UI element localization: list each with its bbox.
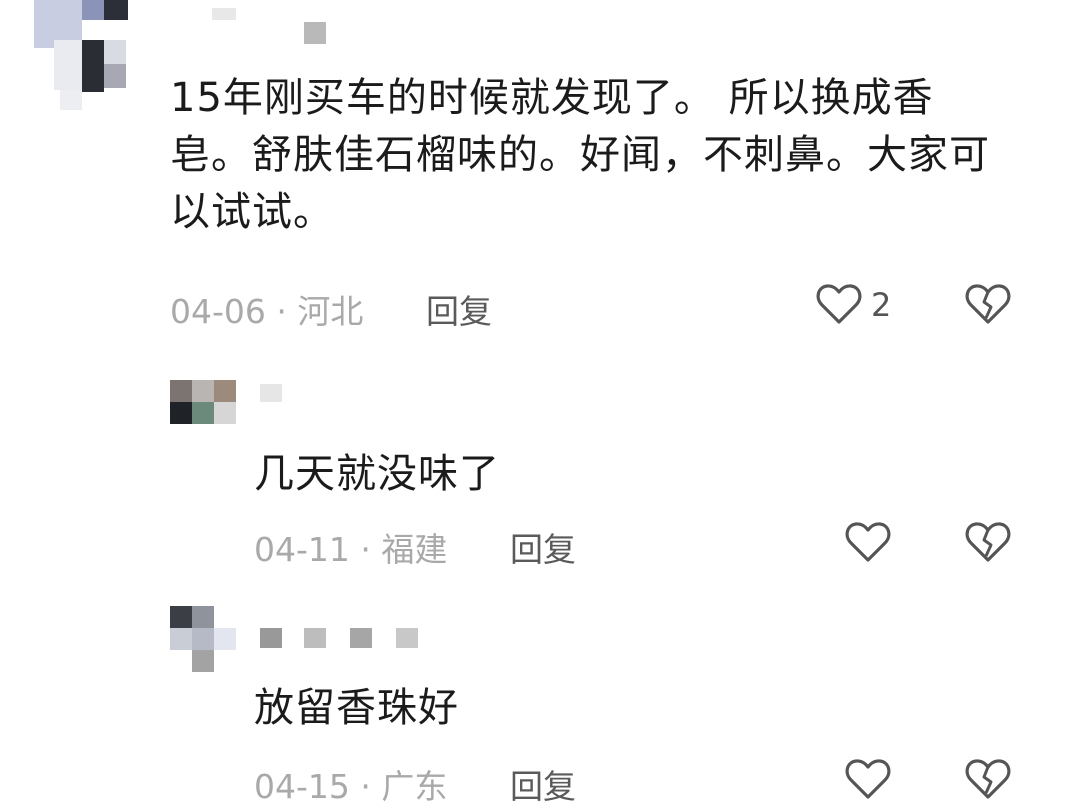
broken-heart-icon[interactable]: [964, 521, 1012, 563]
avatar[interactable]: [170, 380, 240, 430]
username-redacted[interactable]: [212, 8, 332, 48]
like-count: 2: [871, 286, 892, 324]
date-location: 04-06 · 河北: [170, 292, 364, 331]
avatar[interactable]: [170, 606, 240, 672]
reply-button[interactable]: 回复: [426, 285, 492, 333]
broken-heart-icon[interactable]: [964, 283, 1012, 325]
reply-button[interactable]: 回复: [510, 760, 576, 808]
heart-icon[interactable]: [816, 283, 862, 325]
heart-icon[interactable]: [845, 521, 891, 563]
comment-text: 几天就没味了: [254, 451, 500, 497]
avatar[interactable]: [34, 0, 134, 115]
comment-text: 放留香珠好: [254, 685, 459, 731]
heart-icon[interactable]: [845, 758, 891, 800]
date-location: 04-15 · 广东: [254, 767, 448, 806]
username-redacted[interactable]: [260, 628, 420, 652]
username-redacted[interactable]: [260, 384, 284, 404]
reply-button[interactable]: 回复: [510, 523, 576, 571]
comment-text: 15年刚买车的时候就发现了。 所以换成香皂。舒肤佳石榴味的。好闻，不刺鼻。大家可…: [170, 75, 990, 235]
date-location: 04-11 · 福建: [254, 530, 448, 569]
broken-heart-icon[interactable]: [964, 758, 1012, 800]
